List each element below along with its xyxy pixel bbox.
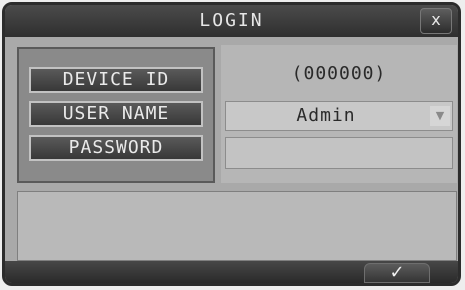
password-input[interactable] [225, 137, 453, 169]
dialog-title: LOGIN [199, 10, 264, 31]
checkmark-icon: ✓ [389, 262, 405, 283]
labels-panel: DEVICE ID USER NAME PASSWORD [17, 47, 215, 183]
user-name-select[interactable]: Admin ▼ [225, 101, 453, 131]
login-dialog: LOGIN x DEVICE ID USER NAME PASSWORD (00… [2, 2, 461, 286]
user-name-label: USER NAME [29, 101, 203, 127]
title-bar: LOGIN x [5, 5, 458, 37]
confirm-button[interactable]: ✓ [364, 263, 430, 283]
bottom-bar: ✓ [5, 261, 458, 283]
dropdown-arrow-icon[interactable]: ▼ [430, 106, 450, 126]
close-icon: x [431, 10, 441, 29]
message-area [17, 191, 457, 261]
fields-panel: (000000) Admin ▼ [221, 45, 457, 183]
password-label: PASSWORD [29, 135, 203, 161]
device-id-label: DEVICE ID [29, 67, 203, 93]
device-id-value: (000000) [291, 63, 387, 84]
user-name-value: Admin [296, 105, 356, 126]
close-button[interactable]: x [420, 8, 452, 34]
